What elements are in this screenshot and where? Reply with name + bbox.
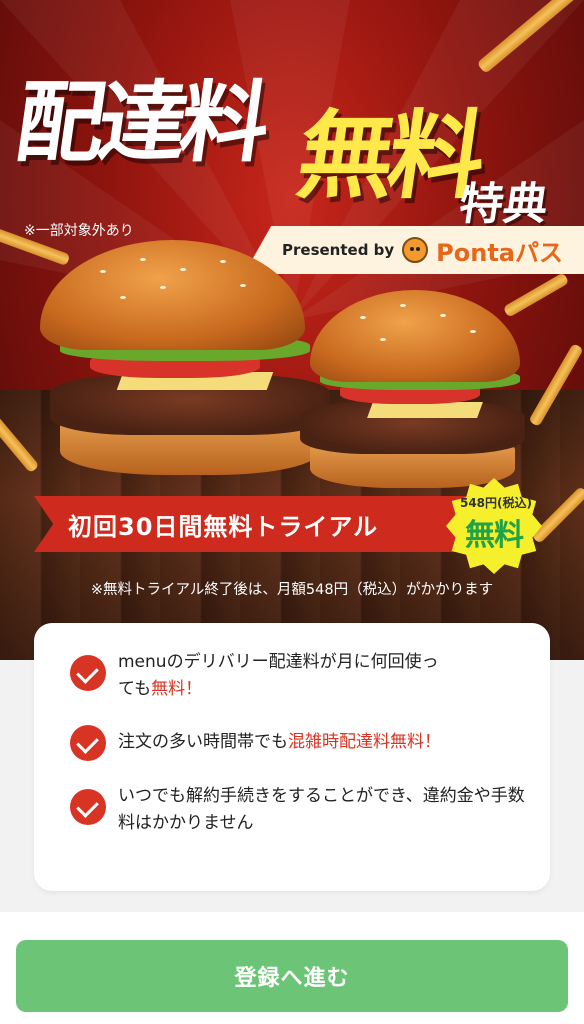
check-icon bbox=[70, 789, 106, 825]
benefits-card: menuのデリバリー配達料が月に何回使っても無料！ 注文の多い時間帯でも混雑時配… bbox=[34, 623, 550, 891]
title-delivery-fee: 配達料 bbox=[9, 71, 271, 174]
badge-free-label: 無料 bbox=[465, 518, 524, 553]
benefit-item: 注文の多い時間帯でも混雑時配達料無料！ bbox=[70, 725, 526, 761]
title-benefit: 特典 bbox=[455, 179, 551, 230]
benefit-text: 注文の多い時間帯でも混雑時配達料無料！ bbox=[118, 732, 441, 752]
benefit-item: menuのデリバリー配達料が月に何回使っても無料！ bbox=[70, 649, 526, 703]
benefit-text: いつでも解約手続きをすることができ、違約金や手数料はかかりません bbox=[118, 786, 525, 833]
check-icon bbox=[70, 655, 106, 691]
hero-banner: 配達料 無料 特典 ※一部対象外あり Presented by Pontaパス bbox=[0, 0, 584, 660]
free-trial-banner: 初回30日間無料トライアル bbox=[34, 496, 514, 552]
exclusion-note: ※一部対象外あり bbox=[24, 223, 134, 239]
burger-image-left bbox=[40, 240, 340, 490]
register-button[interactable]: 登録へ進む bbox=[16, 940, 568, 1012]
benefit-text: menuのデリバリー配達料が月に何回使っても無料！ bbox=[118, 652, 439, 699]
free-trial-text: 初回30日間無料トライアル bbox=[68, 512, 379, 541]
ponta-pass-logo: Pontaパス bbox=[436, 238, 564, 267]
ponta-mascot-icon bbox=[402, 237, 429, 263]
burger-image-right bbox=[300, 290, 530, 490]
badge-price: 548円(税込) bbox=[459, 496, 533, 510]
check-icon bbox=[70, 725, 106, 761]
benefit-item: いつでも解約手続きをすることができ、違約金や手数料はかかりません bbox=[70, 783, 526, 837]
trial-fee-note: ※無料トライアル終了後は、月額548円（税込）がかかります bbox=[90, 582, 494, 598]
